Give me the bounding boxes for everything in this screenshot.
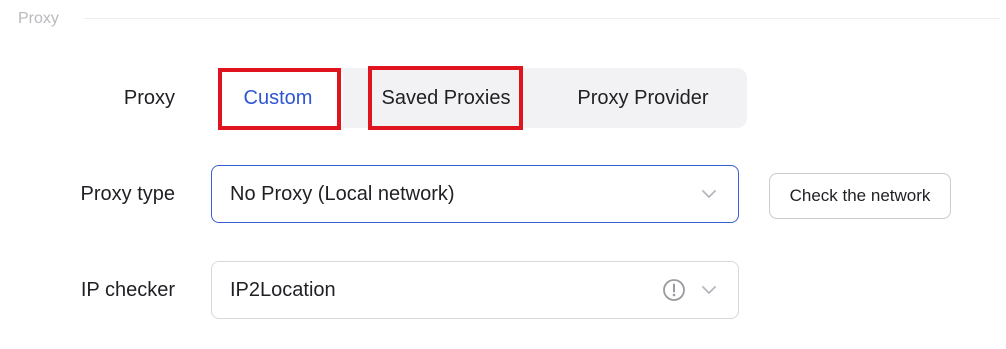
proxy-type-select[interactable]: No Proxy (Local network) — [211, 165, 739, 223]
proxy-mode-custom[interactable]: Custom — [213, 68, 343, 128]
chevron-down-icon — [702, 286, 716, 294]
proxy-mode-proxy-provider[interactable]: Proxy Provider — [553, 68, 733, 128]
proxy-mode-saved-proxies[interactable]: Saved Proxies — [370, 68, 522, 128]
ip-checker-label: IP checker — [80, 279, 175, 301]
ip-checker-value: IP2Location — [230, 278, 336, 301]
proxy-type-value: No Proxy (Local network) — [230, 182, 455, 205]
chevron-down-icon — [702, 190, 716, 198]
proxy-type-label: Proxy type — [80, 183, 175, 205]
section-title: Proxy — [18, 10, 59, 27]
proxy-label: Proxy — [123, 87, 175, 109]
proxy-settings-panel: Proxy Proxy Custom Saved Proxies Proxy P… — [0, 0, 1006, 349]
proxy-mode-segmented-control: Custom Saved Proxies Proxy Provider — [213, 68, 747, 128]
check-network-button[interactable]: Check the network — [769, 173, 951, 219]
ip-checker-select[interactable]: IP2Location — [211, 261, 739, 319]
section-divider — [84, 18, 1000, 19]
info-circle-icon[interactable] — [662, 278, 686, 302]
